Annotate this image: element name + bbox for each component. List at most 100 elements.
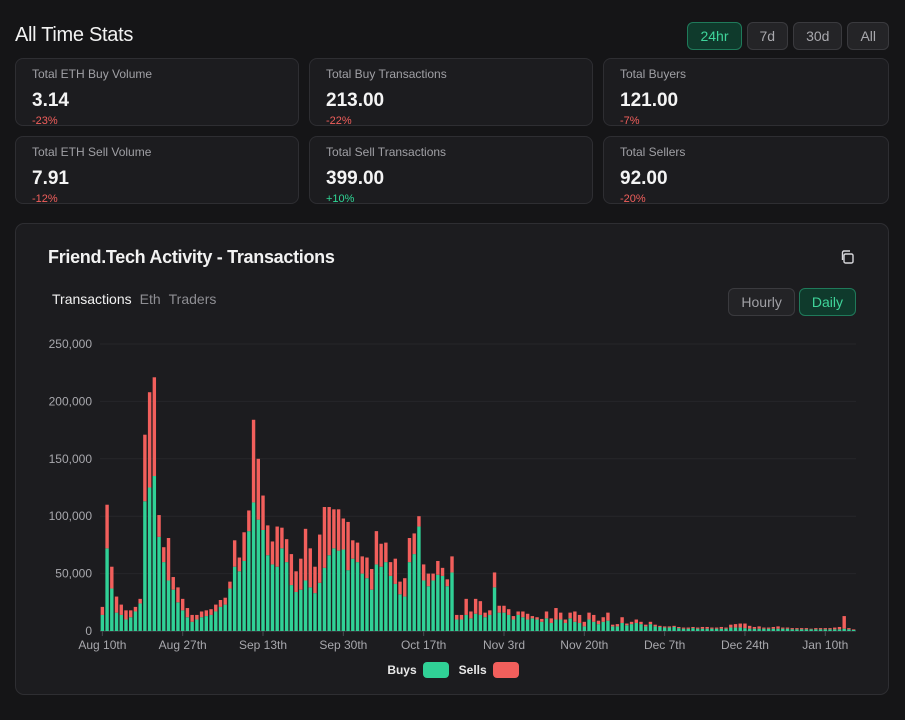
- bar-buys: [133, 611, 138, 631]
- bar-sells: [303, 528, 308, 581]
- bar-sells: [738, 623, 742, 628]
- stat-change: +10%: [326, 193, 355, 205]
- bar-sells: [374, 531, 379, 565]
- legend-item-sells[interactable]: Sells: [459, 662, 519, 678]
- x-tick-label: Aug 27th: [159, 638, 207, 652]
- stat-card-sell-transactions: Total Sell Transactions 399.00 +10%: [309, 136, 593, 205]
- bar-buys: [393, 583, 398, 631]
- stat-card-buy-transactions: Total Buy Transactions 213.00 -22%: [309, 58, 593, 127]
- bar-sells: [478, 601, 483, 615]
- bar-sells: [379, 543, 383, 567]
- bar-sells: [261, 495, 265, 530]
- bar-sells: [176, 587, 180, 603]
- bar-buys: [180, 610, 185, 631]
- bar-buys: [648, 624, 653, 631]
- bar-buys: [681, 628, 686, 631]
- legend-item-buys[interactable]: Buys: [387, 662, 449, 678]
- bar-buys: [497, 612, 501, 631]
- bar-sells: [549, 618, 553, 623]
- bar-sells: [658, 625, 662, 627]
- bar-sells: [440, 567, 445, 576]
- bar-sells: [851, 629, 856, 630]
- bar-buys: [379, 566, 383, 631]
- bar-buys: [138, 603, 142, 631]
- bar-sells: [228, 581, 232, 589]
- bar-sells: [455, 614, 459, 620]
- bar-sells: [823, 628, 827, 630]
- range-tab-24hr[interactable]: 24hr: [687, 22, 742, 50]
- bar-sells: [696, 627, 700, 629]
- x-tick-label: Nov 20th: [560, 638, 608, 652]
- bar-buys: [799, 629, 804, 631]
- bar-sells: [199, 611, 204, 618]
- bar-buys: [256, 519, 260, 631]
- bar-buys: [714, 628, 719, 631]
- bar-buys: [436, 574, 440, 631]
- bar-buys: [166, 580, 171, 631]
- bar-sells: [752, 626, 757, 629]
- bar-sells: [766, 627, 771, 629]
- bar-buys: [814, 629, 818, 631]
- bar-sells: [464, 598, 468, 615]
- bar-buys: [809, 629, 813, 631]
- stat-value: 3.14: [32, 90, 69, 111]
- bar-sells: [407, 538, 412, 563]
- bar-sells: [469, 611, 473, 619]
- bar-sells: [629, 621, 634, 625]
- bar-buys: [563, 622, 568, 631]
- bar-buys: [771, 628, 776, 631]
- x-tick-label: Dec 24th: [721, 638, 769, 652]
- bar-sells: [336, 509, 341, 551]
- bar-buys: [620, 622, 624, 631]
- bar-buys: [478, 614, 483, 631]
- range-tab-7d[interactable]: 7d: [746, 22, 789, 50]
- bar-sells: [266, 525, 270, 556]
- bar-buys: [275, 566, 279, 631]
- bar-sells: [790, 628, 794, 630]
- bar-buys: [232, 566, 237, 631]
- bar-buys: [369, 589, 374, 631]
- bar-sells: [497, 605, 501, 613]
- bar-sells: [762, 627, 766, 629]
- bar-buys: [818, 629, 823, 631]
- bar-sells: [247, 510, 251, 532]
- bar-sells: [369, 569, 374, 590]
- bar-buys: [851, 629, 856, 631]
- bar-sells: [776, 626, 780, 629]
- bar-sells: [232, 540, 237, 567]
- bar-sells: [421, 564, 426, 581]
- bar-sells: [355, 542, 360, 563]
- bar-sells: [714, 627, 719, 629]
- range-tab-30d[interactable]: 30d: [793, 22, 843, 50]
- bar-sells: [686, 627, 690, 629]
- bar-sells: [143, 434, 147, 502]
- bar-sells: [294, 571, 298, 592]
- bar-buys: [729, 627, 733, 631]
- bar-sells: [743, 623, 747, 629]
- bar-buys: [554, 619, 558, 631]
- bar-buys: [251, 502, 256, 631]
- bar-buys: [421, 580, 426, 631]
- range-tabs: 24hr 7d 30d All: [687, 22, 889, 50]
- bar-buys: [558, 619, 563, 631]
- bar-buys: [544, 618, 549, 631]
- y-tick-label: 0: [85, 624, 92, 638]
- bar-buys: [157, 536, 161, 631]
- bar-sells: [507, 609, 511, 615]
- range-tab-all[interactable]: All: [847, 22, 889, 50]
- bar-sells: [781, 627, 785, 629]
- bar-sells: [256, 458, 260, 520]
- bar-sells: [516, 611, 520, 615]
- bar-buys: [488, 614, 492, 631]
- bar-buys: [417, 526, 421, 631]
- bar-sells: [847, 628, 851, 630]
- bar-buys: [299, 589, 303, 631]
- bar-buys: [672, 626, 676, 631]
- bar-buys: [823, 629, 827, 631]
- bar-buys: [473, 613, 478, 631]
- bar-sells: [710, 627, 714, 629]
- bar-buys: [610, 626, 615, 631]
- bar-buys: [327, 555, 331, 631]
- y-tick-label: 250,000: [49, 337, 93, 351]
- bar-buys: [143, 501, 147, 631]
